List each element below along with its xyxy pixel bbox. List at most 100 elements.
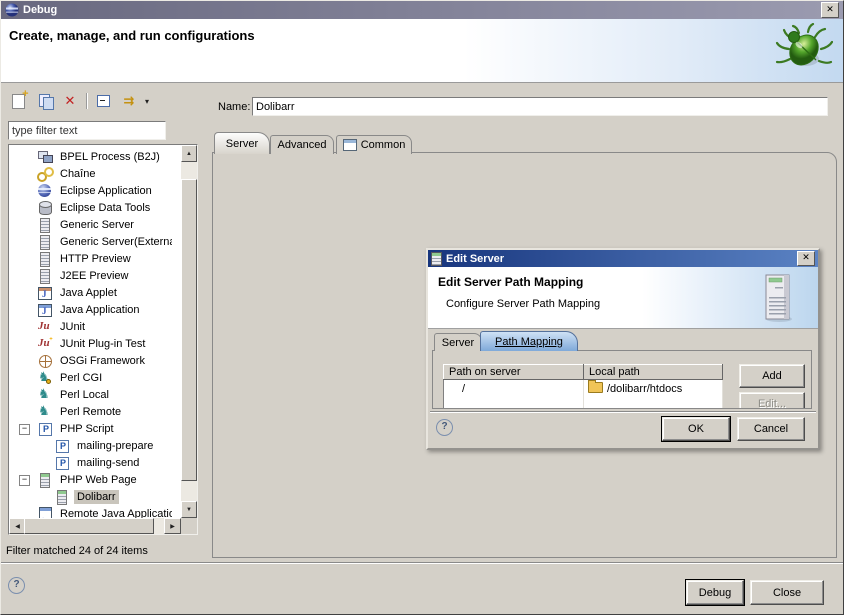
edit-server-close-button[interactable]: ✕	[797, 251, 815, 266]
name-input[interactable]	[252, 97, 828, 116]
tree-item-junit[interactable]: JUnit	[9, 318, 172, 335]
table-row[interactable]: / /dolibarr/htdocs	[444, 380, 723, 398]
scroll-up-icon[interactable]: ▲	[181, 145, 197, 162]
collapse-expander-icon[interactable]: −	[19, 475, 30, 486]
tree-item-java-applet[interactable]: Java Applet	[9, 284, 172, 301]
close-button[interactable]: Close	[750, 580, 824, 605]
eclipse-logo-icon	[5, 3, 19, 17]
configurations-toolbar: ✕ ⇉ ▾	[8, 90, 149, 112]
tree-item-php-script[interactable]: −PHP Script	[9, 420, 172, 437]
debug-button[interactable]: Debug	[686, 580, 744, 605]
php-script-icon	[37, 422, 54, 436]
banner: Create, manage, and run configurations	[1, 19, 843, 83]
toolbar-separator	[86, 93, 87, 109]
scroll-right-icon[interactable]: ▶	[164, 518, 181, 534]
tree-vertical-scrollbar[interactable]: ▲ ▼	[181, 145, 197, 518]
database-icon	[37, 201, 54, 215]
server-icon	[37, 235, 54, 249]
duplicate-configuration-icon[interactable]	[34, 92, 54, 110]
server-icon	[37, 218, 54, 232]
tree-item-perl-cgi[interactable]: Perl CGI	[9, 369, 172, 386]
help-icon[interactable]: ?	[8, 577, 25, 594]
table-row-empty	[444, 397, 723, 409]
eclipse-sphere-icon	[37, 184, 54, 198]
local-path-cell: /dolibarr/htdocs	[584, 380, 723, 398]
tree-item-mailing-send[interactable]: mailing-send	[9, 454, 172, 471]
junit-plugin-icon	[37, 337, 54, 351]
osgi-target-icon	[37, 354, 54, 368]
column-header-path-on-server[interactable]: Path on server	[444, 365, 584, 380]
tab-advanced[interactable]: Advanced	[270, 135, 334, 154]
collapse-all-icon[interactable]	[93, 92, 113, 110]
delete-configuration-icon[interactable]: ✕	[60, 92, 80, 110]
collapse-expander-icon[interactable]: −	[19, 424, 30, 435]
tree-horizontal-scrollbar[interactable]: ◀ ▶	[9, 518, 181, 534]
server-icon	[37, 252, 54, 266]
vertical-scroll-thumb[interactable]	[181, 179, 197, 481]
tree-item-mailing-prepare[interactable]: mailing-prepare	[9, 437, 172, 454]
tab-common[interactable]: Common	[336, 135, 412, 154]
path-mapping-table: Path on server Local path / /dolibarr/ht…	[443, 364, 723, 409]
tab-server[interactable]: Server	[214, 132, 270, 154]
tree-item-bpel-process[interactable]: BPEL Process (B2J)	[9, 148, 172, 165]
server-icon	[37, 269, 54, 283]
edit-server-heading: Edit Server Path Mapping	[438, 275, 583, 289]
edit-server-header: Edit Server Path Mapping Configure Serve…	[428, 267, 818, 329]
junit-icon	[37, 320, 54, 334]
tree-item-eclipse-application[interactable]: Eclipse Application	[9, 182, 172, 199]
tree-item-generic-server-external[interactable]: Generic Server(External La	[9, 233, 172, 250]
tree-item-dolibarr[interactable]: Dolibarr	[9, 488, 172, 505]
bpel-process-icon	[37, 150, 54, 164]
java-application-icon	[37, 303, 54, 317]
dialog-separator	[430, 411, 816, 413]
tree-item-perl-local[interactable]: Perl Local	[9, 386, 172, 403]
perl-camel-icon	[37, 388, 54, 402]
name-label: Name:	[218, 101, 250, 113]
tree-item-perl-remote[interactable]: Perl Remote	[9, 403, 172, 420]
cancel-button[interactable]: Cancel	[737, 417, 805, 441]
tree-item-chaine[interactable]: Chaîne	[9, 165, 172, 182]
edit-mapping-button[interactable]: Edit...	[739, 392, 805, 409]
dialog-help-icon[interactable]: ?	[436, 419, 453, 436]
configuration-tree: BPEL Process (B2J) Chaîne Eclipse Applic…	[8, 144, 198, 535]
page-title: Create, manage, and run configurations	[9, 28, 255, 43]
window-close-button[interactable]: ✕	[821, 2, 839, 18]
tree-item-generic-server[interactable]: Generic Server	[9, 216, 172, 233]
perl-camel-icon	[37, 371, 54, 385]
filter-input[interactable]	[8, 121, 166, 140]
php-script-icon	[54, 456, 71, 470]
filter-status-text: Filter matched 24 of 24 items	[6, 545, 148, 557]
folder-icon	[588, 382, 603, 393]
dialog-tab-path-mapping[interactable]: Path Mapping	[480, 331, 578, 351]
horizontal-scroll-thumb[interactable]	[24, 518, 154, 534]
php-script-icon	[54, 439, 71, 453]
window-title: Debug	[23, 4, 57, 16]
filter-launch-configurations-icon[interactable]: ⇉	[119, 92, 139, 110]
toolbar-menu-caret-icon[interactable]: ▾	[145, 97, 149, 106]
new-configuration-icon[interactable]	[8, 92, 28, 110]
php-web-page-icon	[54, 490, 71, 504]
tree-item-junit-plugin-test[interactable]: JUnit Plug-in Test	[9, 335, 172, 352]
chain-icon	[37, 167, 54, 181]
tree-item-j2ee-preview[interactable]: J2EE Preview	[9, 267, 172, 284]
column-header-local-path[interactable]: Local path	[584, 365, 723, 380]
path-on-server-cell: /	[444, 380, 584, 398]
server-icon	[431, 252, 442, 266]
dialog-tab-server[interactable]: Server	[434, 333, 482, 351]
tree-item-java-application[interactable]: Java Application	[9, 301, 172, 318]
add-mapping-button[interactable]: Add	[739, 364, 805, 388]
edit-server-titlebar[interactable]: Edit Server ✕	[428, 250, 818, 267]
scroll-down-icon[interactable]: ▼	[181, 501, 197, 518]
tree-item-http-preview[interactable]: HTTP Preview	[9, 250, 172, 267]
window-titlebar[interactable]: Debug ✕	[1, 1, 843, 19]
tree-item-php-web-page[interactable]: −PHP Web Page	[9, 471, 172, 488]
edit-server-dialog: Edit Server ✕ Edit Server Path Mapping C…	[426, 248, 820, 450]
edit-server-title: Edit Server	[446, 253, 504, 265]
scrollbar-corner	[181, 518, 197, 534]
debug-bug-icon	[775, 23, 833, 81]
ok-button[interactable]: OK	[662, 417, 730, 441]
tree-item-osgi-framework[interactable]: OSGi Framework	[9, 352, 172, 369]
tree-item-eclipse-data-tools[interactable]: Eclipse Data Tools	[9, 199, 172, 216]
footer-separator	[1, 562, 843, 564]
java-applet-icon	[37, 286, 54, 300]
